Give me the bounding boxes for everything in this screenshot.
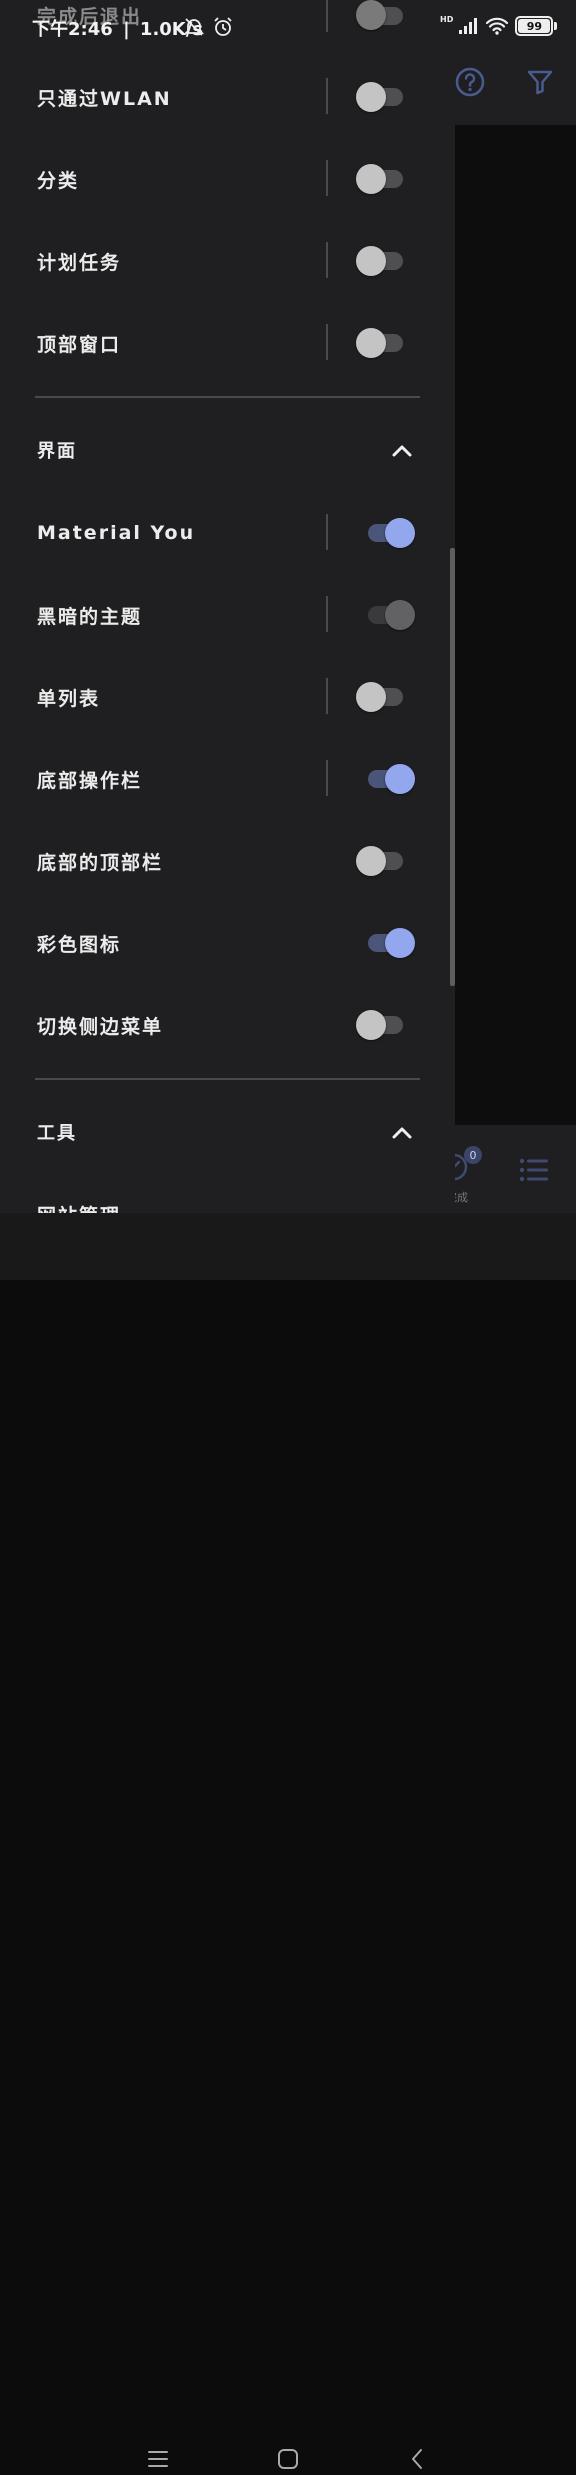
row-divider: [326, 324, 328, 360]
clock-text: 下午2:46: [32, 19, 113, 40]
row-divider: [326, 242, 328, 278]
chevron-up-icon[interactable]: [388, 437, 416, 465]
wlan-only-switch[interactable]: [356, 81, 416, 113]
row-divider: [326, 0, 328, 32]
setting-label: 只通过WLAN: [37, 87, 172, 110]
home-square-icon: [278, 2449, 298, 2469]
back-button[interactable]: [400, 2443, 436, 2475]
setting-row-wlan-only[interactable]: 只通过WLAN: [0, 56, 455, 138]
material-you-switch[interactable]: [356, 517, 416, 549]
help-icon[interactable]: [452, 64, 488, 100]
single-list-switch[interactable]: [356, 681, 416, 713]
system-nav-bar: [0, 1213, 576, 2469]
colored-icons-switch[interactable]: [356, 927, 416, 959]
setting-row-single-list[interactable]: 单列表: [0, 656, 455, 738]
drawer-scrollbar[interactable]: [450, 548, 455, 986]
bottom-top-bar-switch[interactable]: [356, 845, 416, 877]
row-divider: [326, 678, 328, 714]
setting-row-toggle-side-menu[interactable]: 切换侧边菜单: [0, 984, 455, 1066]
chevron-up-icon[interactable]: [388, 1119, 416, 1147]
bottom-action-bar-switch[interactable]: [356, 763, 416, 795]
section-divider: [35, 396, 420, 398]
signal-icon: [459, 18, 478, 34]
status-time: 下午2:46 | 1.0K/s: [32, 15, 203, 41]
wifi-icon: [486, 17, 509, 35]
hd-label: HD: [440, 14, 454, 24]
categories-switch[interactable]: [356, 163, 416, 195]
separator: |: [123, 19, 130, 40]
row-divider: [326, 760, 328, 796]
setting-label: 底部操作栏: [37, 769, 143, 792]
row-divider: [326, 160, 328, 196]
setting-row-bottom-action-bar[interactable]: 底部操作栏: [0, 738, 455, 820]
setting-label: 顶部窗口: [37, 333, 122, 356]
dark-theme-switch[interactable]: [356, 599, 416, 631]
setting-label: 切换侧边菜单: [37, 1015, 164, 1038]
filter-icon[interactable]: [522, 64, 558, 100]
setting-row-scheduled-tasks[interactable]: 计划任务: [0, 220, 455, 302]
setting-label: 黑暗的主题: [37, 605, 143, 628]
setting-row-colored-icons[interactable]: 彩色图标: [0, 902, 455, 984]
scheduled-tasks-switch[interactable]: [356, 245, 416, 277]
setting-row-categories[interactable]: 分类: [0, 138, 455, 220]
section-header-tools[interactable]: 工具: [0, 1097, 455, 1167]
exit-after-complete-switch[interactable]: [356, 0, 416, 30]
top-window-switch[interactable]: [356, 327, 416, 359]
section-title: 工具: [37, 1123, 77, 1144]
mute-bell-icon: [183, 18, 205, 36]
settings-drawer: 只通过WLAN 分类 计划任务 顶部窗口 界面 Material You 黑暗的…: [0, 0, 455, 1213]
section-title: 界面: [37, 441, 77, 462]
setting-label: 底部的顶部栏: [37, 851, 164, 874]
setting-row-top-window[interactable]: 顶部窗口: [0, 302, 455, 384]
battery-icon: 99: [515, 16, 558, 36]
tools-item-site-management[interactable]: 网站管理: [0, 1173, 455, 1214]
section-divider: [35, 1078, 420, 1080]
badge-count: 0: [464, 1146, 482, 1164]
recents-button[interactable]: [140, 2443, 176, 2475]
status-icons: HD 99: [440, 14, 558, 36]
toggle-side-menu-switch[interactable]: [356, 1009, 416, 1041]
setting-row-bottom-top-bar[interactable]: 底部的顶部栏: [0, 820, 455, 902]
menu-icon: [148, 2451, 168, 2467]
row-divider: [326, 78, 328, 114]
row-divider: [326, 596, 328, 632]
setting-row-material-you[interactable]: Material You: [0, 492, 455, 574]
setting-label: Material You: [37, 522, 196, 544]
section-header-interface[interactable]: 界面: [0, 415, 455, 485]
setting-label: 单列表: [37, 687, 101, 710]
status-bar: 完成后退出 下午2:46 | 1.0K/s HD 99: [0, 0, 576, 52]
row-divider: [326, 514, 328, 550]
setting-row-dark-theme[interactable]: 黑暗的主题: [0, 574, 455, 656]
alarm-icon: [214, 17, 232, 36]
battery-level: 99: [526, 19, 542, 33]
list-icon[interactable]: [514, 1150, 554, 1190]
setting-label: 分类: [37, 169, 80, 192]
tools-item-label: 网站管理: [37, 1173, 121, 1214]
setting-label: 计划任务: [37, 251, 122, 274]
chevron-left-icon: [412, 2449, 422, 2469]
setting-label: 彩色图标: [37, 933, 122, 956]
home-button[interactable]: [270, 2443, 306, 2475]
